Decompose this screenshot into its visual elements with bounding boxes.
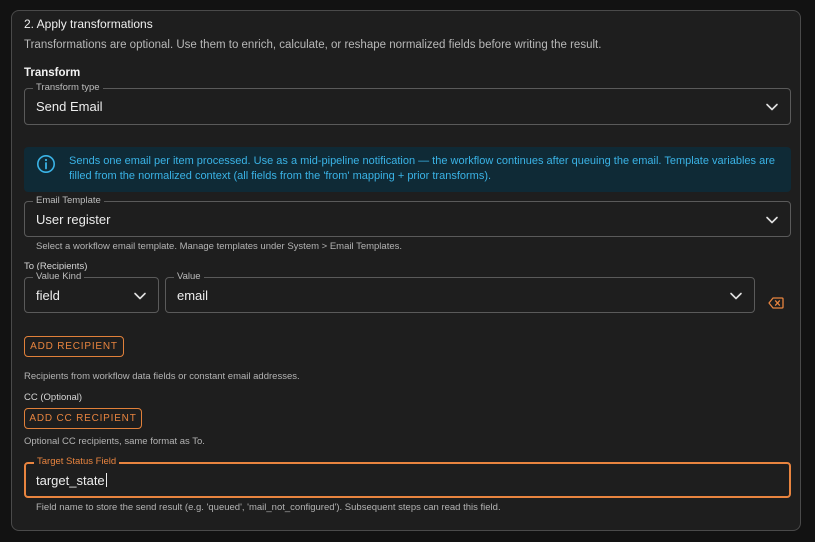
email-template-help: Select a workflow email template. Manage… bbox=[36, 241, 403, 252]
transform-type-value: Send Email bbox=[36, 99, 103, 114]
transform-type-select[interactable]: Transform type Send Email bbox=[24, 81, 791, 125]
section-description: Transformations are optional. Use them t… bbox=[24, 39, 602, 51]
target-status-help: Field name to store the send result (e.g… bbox=[36, 502, 501, 513]
info-icon bbox=[36, 154, 56, 174]
section-title: 2. Apply transformations bbox=[24, 17, 153, 31]
info-alert: Sends one email per item processed. Use … bbox=[24, 147, 791, 192]
recipient-value-select[interactable]: Value email bbox=[165, 270, 755, 313]
email-template-select[interactable]: Email Template User register bbox=[24, 194, 791, 237]
remove-recipient-icon[interactable] bbox=[768, 296, 784, 310]
chevron-down-icon bbox=[133, 289, 147, 303]
recipients-help: Recipients from workflow data fields or … bbox=[24, 371, 300, 382]
chevron-down-icon bbox=[765, 100, 779, 114]
recipient-value-legend: Value bbox=[174, 270, 204, 284]
email-template-value: User register bbox=[36, 212, 111, 227]
value-kind-value: field bbox=[36, 288, 60, 303]
chevron-down-icon bbox=[765, 213, 779, 227]
target-status-legend: Target Status Field bbox=[34, 455, 120, 469]
target-status-value-wrap: target_state bbox=[36, 473, 107, 488]
email-template-legend: Email Template bbox=[33, 194, 104, 208]
value-kind-select[interactable]: Value Kind field bbox=[24, 270, 159, 313]
add-cc-recipient-button[interactable]: ADD CC RECIPIENT bbox=[24, 408, 142, 429]
target-status-value: target_state bbox=[36, 473, 105, 488]
value-kind-legend: Value Kind bbox=[33, 270, 85, 284]
chevron-down-icon bbox=[729, 289, 743, 303]
target-status-input[interactable]: Target Status Field target_state bbox=[24, 455, 791, 498]
text-caret bbox=[105, 473, 107, 487]
add-recipient-button[interactable]: ADD RECIPIENT bbox=[24, 336, 124, 357]
cc-label: CC (Optional) bbox=[24, 392, 83, 403]
transform-label: Transform bbox=[24, 67, 81, 79]
cc-help: Optional CC recipients, same format as T… bbox=[24, 436, 205, 447]
info-alert-text: Sends one email per item processed. Use … bbox=[69, 155, 776, 182]
recipient-value: email bbox=[177, 288, 209, 303]
transform-type-legend: Transform type bbox=[33, 81, 103, 95]
